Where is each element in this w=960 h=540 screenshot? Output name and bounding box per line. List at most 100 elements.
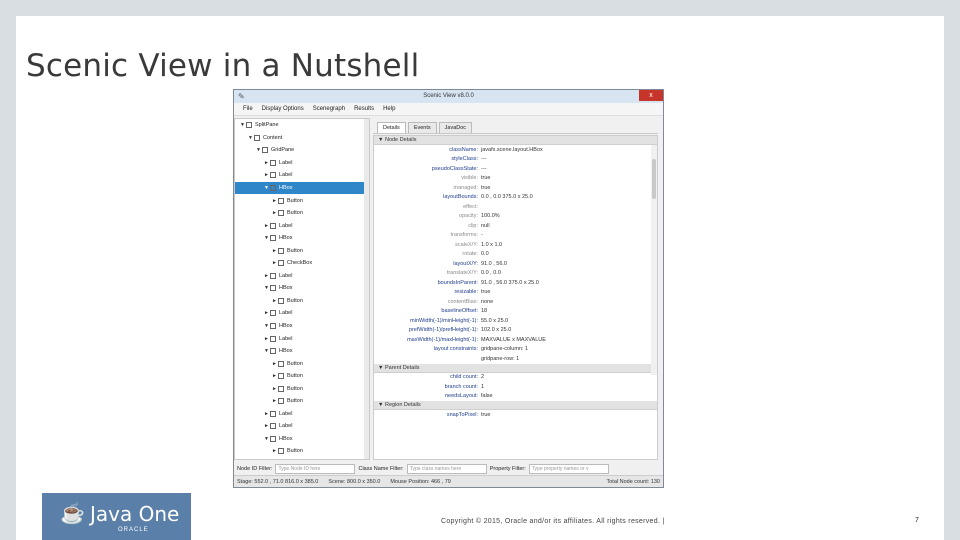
collapsed-arrow-icon[interactable]: ►: [263, 310, 270, 316]
collapsed-arrow-icon[interactable]: ►: [271, 198, 278, 204]
menu-item-results[interactable]: Results: [354, 106, 374, 112]
tree-node[interactable]: ▼ HBox: [235, 232, 369, 245]
tree-node[interactable]: ► Button: [235, 395, 369, 408]
scrollbar-thumb[interactable]: [652, 159, 656, 199]
tree-scrollbar[interactable]: [364, 119, 369, 459]
property-value[interactable]: 100.0%: [481, 213, 500, 219]
expanded-arrow-icon[interactable]: ▼: [263, 436, 270, 442]
class-name-filter-input[interactable]: Type class names here: [406, 463, 487, 474]
property-value[interactable]: null: [481, 223, 490, 229]
property-value[interactable]: gridpane-column: 1: [481, 346, 528, 352]
tree-node[interactable]: ▼ HBox: [235, 181, 369, 195]
tree-node[interactable]: ► Label: [235, 420, 369, 433]
collapsed-arrow-icon[interactable]: ►: [271, 298, 278, 304]
property-value[interactable]: 55.0 x 25.0: [481, 318, 508, 324]
tree-node[interactable]: ► Label: [235, 332, 369, 345]
property-value[interactable]: ---: [481, 166, 487, 172]
section-header-region-details[interactable]: ▼ Region Details: [374, 401, 657, 410]
tree-node[interactable]: ► Button: [235, 445, 369, 458]
tree-node[interactable]: ► Button: [235, 382, 369, 395]
menu-item-display-options[interactable]: Display Options: [262, 106, 304, 112]
property-value[interactable]: 1: [481, 384, 484, 390]
expanded-arrow-icon[interactable]: ▼: [263, 323, 270, 329]
tab-javadoc[interactable]: JavaDoc: [438, 122, 473, 133]
collapsed-arrow-icon[interactable]: ►: [263, 160, 270, 166]
expanded-arrow-icon[interactable]: ▼: [239, 122, 246, 128]
tree-node[interactable]: ▼ Content: [235, 132, 369, 145]
property-value[interactable]: 102.0 x 25.0: [481, 327, 511, 333]
menu-item-scenegraph[interactable]: Scenegraph: [313, 106, 345, 112]
tree-node[interactable]: ▼ SplitPane: [235, 119, 369, 132]
tree-node[interactable]: ► Label: [235, 169, 369, 182]
collapsed-arrow-icon[interactable]: ►: [263, 336, 270, 342]
tree-node[interactable]: ► Label: [235, 219, 369, 232]
expanded-arrow-icon[interactable]: ▼: [247, 135, 254, 141]
menu-item-file[interactable]: File: [243, 106, 253, 112]
expanded-arrow-icon[interactable]: ▼: [263, 285, 270, 291]
window-titlebar[interactable]: ✎ Scenic View v8.0.0 x: [234, 90, 663, 103]
details-scrollbar[interactable]: [651, 145, 657, 375]
property-value[interactable]: 2: [481, 374, 484, 380]
section-header-node-details[interactable]: ▼ Node Details: [374, 136, 657, 145]
tree-node[interactable]: ► Button: [235, 207, 369, 220]
tree-node[interactable]: ► Button: [235, 357, 369, 370]
section-header-parent-details[interactable]: ▼ Parent Details: [374, 363, 657, 373]
tree-node[interactable]: ► Button: [235, 370, 369, 383]
property-value[interactable]: 0.0 , 0.0: [481, 270, 501, 276]
collapsed-arrow-icon[interactable]: ►: [271, 210, 278, 216]
collapsed-arrow-icon[interactable]: ►: [271, 398, 278, 404]
collapsed-arrow-icon[interactable]: ►: [263, 273, 270, 279]
tab-events[interactable]: Events: [407, 122, 437, 133]
close-button[interactable]: x: [639, 90, 663, 101]
property-value[interactable]: 91.0 , 56.0 375.0 x 25.0: [481, 280, 539, 286]
tree-node[interactable]: ► Button: [235, 194, 369, 207]
scenegraph-tree[interactable]: ▼ SplitPane ▼ Content ▼ GridPane ► Label ► Label ▼…: [234, 118, 370, 460]
tree-node[interactable]: ► Label: [235, 307, 369, 320]
property-value[interactable]: ---: [481, 156, 487, 162]
tree-node[interactable]: ▼ HBox: [235, 433, 369, 446]
node-id-filter-input[interactable]: Type Node ID here: [275, 463, 356, 474]
property-value[interactable]: true: [481, 289, 490, 295]
property-filter-input[interactable]: Type property names or v: [528, 463, 609, 474]
tree-node[interactable]: ► Label: [235, 157, 369, 170]
tree-node[interactable]: ► Label: [235, 408, 369, 421]
tree-node[interactable]: ▼ HBox: [235, 345, 369, 358]
property-value[interactable]: true: [481, 185, 490, 191]
menu-item-help[interactable]: Help: [383, 106, 395, 112]
property-value[interactable]: gridpane-row: 1: [481, 356, 519, 362]
property-value[interactable]: none: [481, 299, 493, 305]
property-value[interactable]: -: [481, 232, 483, 238]
collapsed-arrow-icon[interactable]: ►: [263, 411, 270, 417]
property-value[interactable]: 91.0 , 56.0: [481, 261, 507, 267]
tree-node[interactable]: ► Button: [235, 244, 369, 257]
collapsed-arrow-icon[interactable]: ►: [271, 260, 278, 266]
property-value[interactable]: 1.0 x 1.0: [481, 242, 502, 248]
collapsed-arrow-icon[interactable]: ►: [271, 248, 278, 254]
property-value[interactable]: javafx.scene.layout.HBox: [481, 147, 543, 153]
tree-node[interactable]: ▼ HBox: [235, 282, 369, 295]
tree-node[interactable]: ▼ HBox: [235, 320, 369, 333]
property-value[interactable]: 18: [481, 308, 487, 314]
collapsed-arrow-icon[interactable]: ►: [271, 386, 278, 392]
collapsed-arrow-icon[interactable]: ►: [271, 448, 278, 454]
tab-details[interactable]: Details: [377, 122, 406, 133]
property-value[interactable]: false: [481, 393, 493, 399]
collapsed-arrow-icon[interactable]: ►: [263, 223, 270, 229]
expanded-arrow-icon[interactable]: ▼: [263, 235, 270, 241]
tree-node[interactable]: ► Label: [235, 270, 369, 283]
expanded-arrow-icon[interactable]: ▼: [263, 348, 270, 354]
property-value[interactable]: 0.0: [481, 251, 489, 257]
property-value[interactable]: MAXVALUE x MAXVALUE: [481, 337, 546, 343]
collapsed-arrow-icon[interactable]: ►: [271, 373, 278, 379]
collapsed-arrow-icon[interactable]: ►: [263, 172, 270, 178]
expanded-arrow-icon[interactable]: ▼: [255, 147, 262, 153]
tree-node[interactable]: ▼ GridPane: [235, 144, 369, 157]
tree-node[interactable]: ► CheckBox: [235, 257, 369, 270]
property-value[interactable]: 0.0 , 0.0 375.0 x 25.0: [481, 194, 533, 200]
collapsed-arrow-icon[interactable]: ►: [263, 423, 270, 429]
property-value[interactable]: true: [481, 412, 490, 418]
collapsed-arrow-icon[interactable]: ►: [271, 361, 278, 367]
expanded-arrow-icon[interactable]: ▼: [263, 185, 270, 191]
property-value[interactable]: true: [481, 175, 490, 181]
tree-node[interactable]: ► Button: [235, 295, 369, 308]
